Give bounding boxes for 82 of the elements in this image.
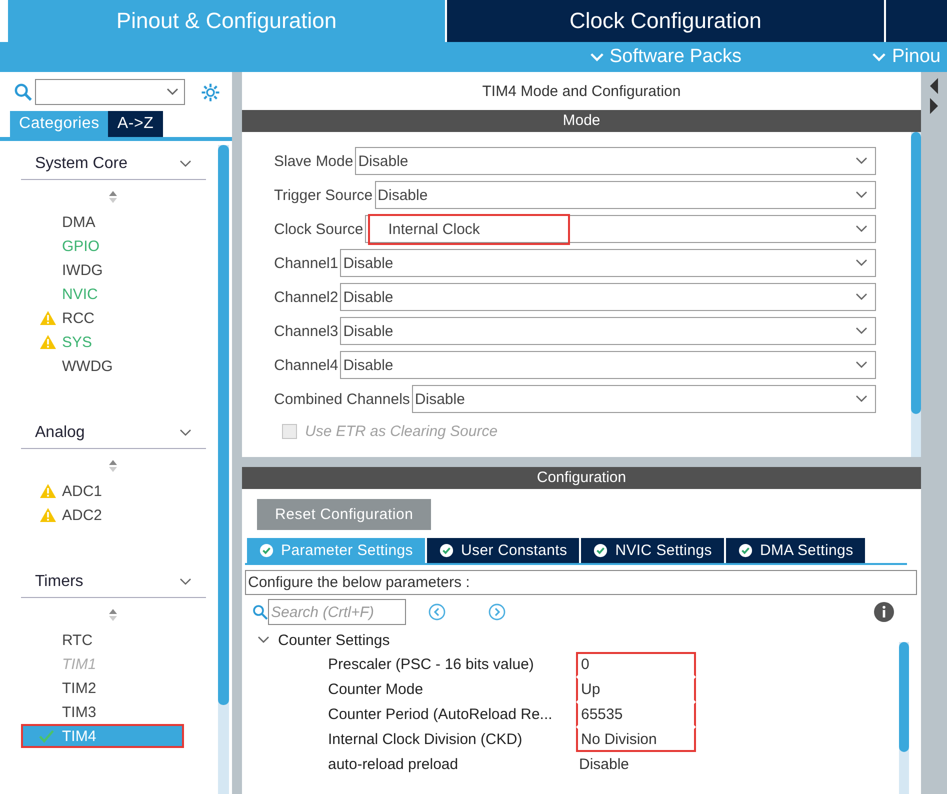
parameter-value[interactable]: Disable <box>579 756 630 773</box>
chevron-icon <box>166 88 179 96</box>
search-icon[interactable] <box>14 83 32 101</box>
chevron-icon <box>855 191 868 199</box>
settings-tab[interactable]: User Constants <box>427 538 580 563</box>
field-label: Channel1 <box>274 254 340 272</box>
chevron-icon[interactable] <box>179 160 192 168</box>
category-title[interactable]: Timers <box>35 573 84 591</box>
parameter-value[interactable]: 65535 <box>581 706 623 723</box>
category-title[interactable]: Analog <box>35 424 85 442</box>
search-icon <box>252 604 268 620</box>
search-field[interactable] <box>35 79 185 105</box>
scrollbar[interactable] <box>899 642 909 794</box>
settings-icon[interactable] <box>200 82 221 102</box>
chevron-icon <box>855 225 868 233</box>
peripheral-item[interactable]: RTC <box>21 628 184 652</box>
chevron-icon <box>872 52 886 62</box>
dropdown[interactable]: Internal Clock <box>365 215 876 243</box>
check-circle-icon <box>593 543 608 558</box>
panel-title: TIM4 Mode and Configuration <box>481 82 682 102</box>
field-label: Channel4 <box>274 356 340 374</box>
peripheral-item[interactable]: DMA <box>21 210 184 234</box>
peripheral-item[interactable]: TIM3 <box>21 700 184 724</box>
peripheral-item[interactable]: WWDG <box>21 354 184 378</box>
parameter-name: Counter Period (AutoReload Re... <box>327 706 554 723</box>
chevron-icon <box>855 395 868 403</box>
top-tab[interactable]: Clock Configuration <box>447 0 884 42</box>
search-field[interactable]: Search (Crtl+F) <box>268 599 406 625</box>
peripheral-item[interactable]: IWDG <box>21 258 184 282</box>
field-label: Channel3 <box>274 322 340 340</box>
parameter-name: Counter Mode <box>327 681 424 698</box>
chevron-icon[interactable] <box>179 578 192 586</box>
chevron-icon[interactable] <box>179 429 192 437</box>
field-label: Channel2 <box>274 288 340 306</box>
check-circle-icon <box>738 543 753 558</box>
category-tab[interactable]: A->Z <box>108 111 163 137</box>
settings-tab[interactable]: DMA Settings <box>726 538 866 563</box>
sort-icon[interactable] <box>108 190 118 204</box>
chevron-icon <box>590 52 604 62</box>
chevron-icon <box>855 157 868 165</box>
sort-icon[interactable] <box>108 459 118 473</box>
next-icon[interactable] <box>488 603 506 621</box>
chevron-icon <box>855 327 868 335</box>
parameter-value[interactable]: Up <box>581 681 600 698</box>
settings-tab[interactable]: NVIC Settings <box>581 538 724 563</box>
dropdown[interactable]: Disable <box>340 283 876 311</box>
peripheral-item[interactable]: ADC2 <box>21 503 184 527</box>
dropdown[interactable]: Disable <box>340 249 876 277</box>
field-label: Trigger Source <box>274 186 374 204</box>
parameter-name: auto-reload preload <box>327 756 460 773</box>
dropdown[interactable]: Disable <box>355 147 876 175</box>
section-header: Mode <box>242 110 921 132</box>
peripheral-item[interactable]: TIM2 <box>21 676 184 700</box>
collapse-arrows-icon[interactable] <box>929 76 939 116</box>
description-text: Configure the below parameters : <box>245 570 917 595</box>
section-header: Configuration <box>242 467 921 489</box>
dropdown[interactable]: Disable <box>340 317 876 345</box>
parameter-name: Prescaler (PSC - 16 bits value) <box>327 656 535 673</box>
scrollbar[interactable] <box>218 145 229 794</box>
parameter-name: Internal Clock Division (CKD) <box>327 731 524 748</box>
checkbox-label: Use ETR as Clearing Source <box>305 422 498 440</box>
previous-icon[interactable] <box>428 603 446 621</box>
category-title[interactable]: System Core <box>35 155 128 173</box>
chevron-icon <box>855 293 868 301</box>
check-circle-icon <box>259 543 274 558</box>
chevron-icon <box>855 361 868 369</box>
scrollbar[interactable] <box>911 132 921 457</box>
field-label: Clock Source <box>274 220 364 238</box>
chevron-icon <box>855 259 868 267</box>
check-circle-icon <box>439 543 454 558</box>
parameter-value[interactable]: 0 <box>581 656 590 673</box>
dropdown[interactable]: Disable <box>340 351 876 379</box>
dropdown[interactable]: Disable <box>374 181 876 209</box>
chevron-icon[interactable] <box>257 636 270 644</box>
peripheral-item[interactable]: RCC <box>21 306 184 330</box>
dropdown[interactable]: Disable <box>412 385 876 413</box>
group-title: Counter Settings <box>278 632 390 648</box>
peripheral-item[interactable]: ADC1 <box>21 479 184 503</box>
field-label: Combined Channels <box>274 390 411 408</box>
sort-icon[interactable] <box>108 608 118 622</box>
info-icon[interactable] <box>874 602 894 622</box>
field-label: Slave Mode <box>274 152 354 170</box>
